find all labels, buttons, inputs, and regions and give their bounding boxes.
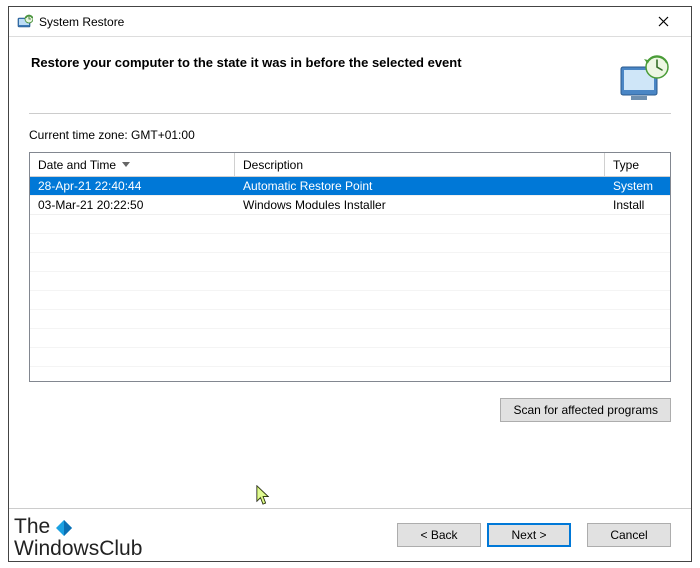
- scan-affected-button[interactable]: Scan for affected programs: [500, 398, 671, 422]
- window-title: System Restore: [39, 15, 643, 29]
- column-header-desc-label: Description: [243, 158, 303, 172]
- table-row: [30, 234, 670, 253]
- table-row: [30, 253, 670, 272]
- restore-large-icon: [617, 53, 669, 103]
- table-row: [30, 272, 670, 291]
- watermark: The WindowsClub: [14, 516, 142, 560]
- header-area: Restore your computer to the state it wa…: [9, 37, 691, 113]
- watermark-line1: The: [14, 516, 50, 538]
- column-header-type-label: Type: [613, 158, 639, 172]
- system-restore-icon: [17, 14, 33, 30]
- cell-type: Install: [605, 196, 670, 214]
- close-button[interactable]: [643, 8, 683, 36]
- column-header-date-label: Date and Time: [38, 158, 116, 172]
- column-header-description[interactable]: Description: [235, 153, 605, 176]
- cell-description: Windows Modules Installer: [235, 196, 605, 214]
- table-row: [30, 348, 670, 367]
- back-button[interactable]: < Back: [397, 523, 481, 547]
- page-heading: Restore your computer to the state it wa…: [31, 53, 605, 70]
- sort-desc-icon: [122, 162, 130, 167]
- column-header-type[interactable]: Type: [605, 153, 670, 176]
- timezone-label: Current time zone: GMT+01:00: [29, 128, 671, 142]
- titlebar: System Restore: [9, 7, 691, 37]
- table-row: [30, 329, 670, 348]
- watermark-logo-icon: [56, 519, 72, 535]
- table-row: [30, 310, 670, 329]
- column-header-date[interactable]: Date and Time: [30, 153, 235, 176]
- cell-date: 03-Mar-21 20:22:50: [30, 196, 235, 214]
- cancel-button[interactable]: Cancel: [587, 523, 671, 547]
- content-area: Current time zone: GMT+01:00 Date and Ti…: [29, 113, 671, 508]
- cell-type: System: [605, 177, 670, 195]
- next-button[interactable]: Next >: [487, 523, 571, 547]
- watermark-line2: WindowsClub: [14, 538, 142, 560]
- table-row[interactable]: 28-Apr-21 22:40:44Automatic Restore Poin…: [30, 177, 670, 196]
- restore-points-table[interactable]: Date and Time Description Type 28-Apr-21…: [29, 152, 671, 382]
- cell-date: 28-Apr-21 22:40:44: [30, 177, 235, 195]
- cell-description: Automatic Restore Point: [235, 177, 605, 195]
- table-row[interactable]: 03-Mar-21 20:22:50Windows Modules Instal…: [30, 196, 670, 215]
- table-row: [30, 291, 670, 310]
- table-body: 28-Apr-21 22:40:44Automatic Restore Poin…: [30, 177, 670, 367]
- table-header: Date and Time Description Type: [30, 153, 670, 177]
- system-restore-window: System Restore Restore your computer to …: [8, 6, 692, 562]
- table-row: [30, 215, 670, 234]
